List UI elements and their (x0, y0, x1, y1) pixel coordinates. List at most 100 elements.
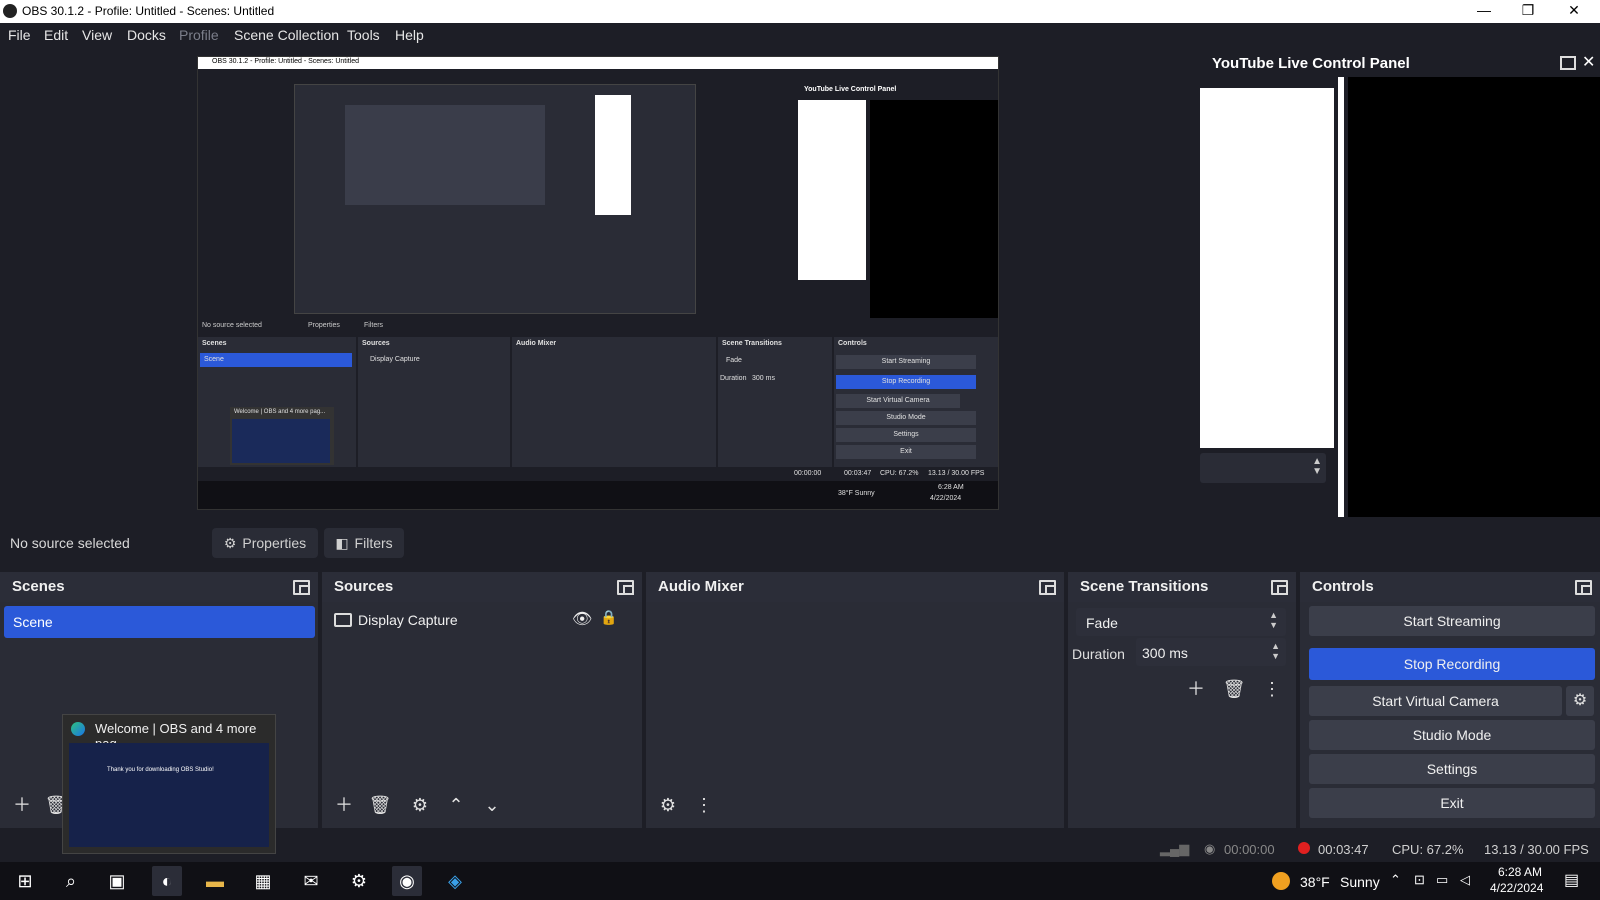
add-source-button[interactable]: ＋ (330, 792, 358, 818)
audio-mixer-title: Audio Mixer (658, 578, 744, 595)
network-icon[interactable]: ▭ (1436, 872, 1448, 888)
maximize-button[interactable]: ❐ (1508, 2, 1548, 22)
menu-scene-collection[interactable]: Scene Collection (234, 27, 339, 43)
settings-button[interactable]: Settings (1309, 754, 1595, 784)
controls-float-icon[interactable] (1575, 580, 1592, 595)
tray-chevron-icon[interactable]: ⌃ (1390, 872, 1401, 888)
edge-thumbnail-preview[interactable]: Welcome | OBS and 4 more pag... Thank yo… (62, 714, 276, 854)
transitions-title: Scene Transitions (1080, 578, 1209, 595)
installer-app-icon[interactable]: ◈ (440, 866, 470, 896)
scenes-float-icon[interactable] (293, 580, 310, 595)
nested-transitions-title: Scene Transitions (722, 340, 782, 347)
weather-temperature[interactable]: 38°F (1300, 874, 1330, 890)
menu-help[interactable]: Help (395, 27, 424, 43)
nested-filters: Filters (364, 322, 384, 329)
filters-icon: ◧ (335, 534, 349, 551)
youtube-panel-spinner[interactable]: ▲ ▼ (1200, 453, 1326, 483)
youtube-panel-title: YouTube Live Control Panel (1212, 55, 1410, 72)
clock-date[interactable]: 4/22/2024 (1490, 881, 1543, 895)
youtube-panel-webview[interactable] (1200, 88, 1334, 448)
start-streaming-button[interactable]: Start Streaming (1309, 606, 1595, 636)
nested-cpu: CPU: 67.2% (880, 470, 919, 477)
menu-view[interactable]: View (82, 27, 112, 43)
start-virtual-camera-button[interactable]: Start Virtual Camera (1309, 686, 1562, 716)
microsoft-store-icon[interactable]: ▦ (248, 866, 278, 896)
lock-icon[interactable]: 🔒 (600, 609, 617, 626)
sources-float-icon[interactable] (617, 580, 634, 595)
audio-mixer-menu-icon[interactable]: ⋮ (690, 792, 718, 818)
volume-muted-icon[interactable]: ◁ (1460, 872, 1470, 888)
audio-mixer-float-icon[interactable] (1039, 580, 1056, 595)
edge-browser-icon (71, 722, 85, 736)
start-windows-icon[interactable]: ⊞ (10, 866, 40, 896)
visibility-eye-icon[interactable]: 👁 (572, 609, 592, 629)
scene-list-item[interactable]: Scene (4, 606, 315, 638)
source-list-item[interactable]: Display Capture 👁 🔒 (326, 606, 638, 636)
clock-time[interactable]: 6:28 AM (1498, 865, 1542, 879)
window-titlebar: OBS 30.1.2 - Profile: Untitled - Scenes:… (0, 0, 1600, 23)
menu-edit[interactable]: Edit (44, 27, 68, 43)
duration-spinbox[interactable]: 300 ms ▲ ▼ (1136, 638, 1286, 666)
task-view-icon[interactable]: ▣ (102, 866, 132, 896)
youtube-panel-float-icon[interactable] (1560, 56, 1576, 70)
studio-mode-button[interactable]: Studio Mode (1309, 720, 1595, 750)
settings-gear-icon[interactable]: ⚙ (344, 866, 374, 896)
nested-inner-preview (294, 84, 696, 314)
move-source-up-icon[interactable]: ⌃ (442, 792, 470, 818)
stop-recording-button[interactable]: Stop Recording (1309, 648, 1595, 680)
menu-file[interactable]: File (8, 27, 31, 43)
scenes-dock-header: Scenes (0, 572, 318, 602)
virtual-camera-gear-icon[interactable]: ⚙ (1566, 686, 1594, 716)
controls-title: Controls (1312, 578, 1374, 595)
close-button[interactable]: ✕ (1554, 2, 1594, 22)
minimize-button[interactable]: — (1464, 2, 1504, 22)
transition-menu-icon[interactable]: ⋮ (1258, 676, 1286, 702)
nested-fade: Fade (726, 357, 742, 364)
thumbnail-page-heading: Thank you for downloading OBS Studio! (107, 767, 214, 773)
thumbnail-page-image: Thank you for downloading OBS Studio! (69, 743, 269, 847)
nested-inner-capture (345, 105, 545, 205)
transitions-float-icon[interactable] (1271, 580, 1288, 595)
obs-logo-icon (3, 4, 17, 18)
transition-selected: Fade (1086, 615, 1118, 631)
exit-button[interactable]: Exit (1309, 788, 1595, 818)
notification-center-icon[interactable]: ▤ (1564, 870, 1579, 890)
tray-app-icon[interactable]: ⊡ (1414, 872, 1425, 888)
nested-source-item: Display Capture (370, 356, 420, 363)
move-source-down-icon[interactable]: ⌄ (478, 792, 506, 818)
windows-taskbar: ⊞ ⌕ ▣ ◐ ▬ ▦ ✉ ⚙ ◉ ◈ 38°F Sunny ⌃ ⊡ ▭ ◁ 6… (0, 862, 1600, 900)
filters-button[interactable]: ◧ Filters (324, 528, 404, 558)
menu-profile[interactable]: Profile (179, 27, 219, 43)
transition-select[interactable]: Fade ▲ ▼ (1076, 608, 1286, 636)
source-properties-gear-icon[interactable]: ⚙ (406, 792, 434, 818)
nested-duration-value: 300 ms (752, 375, 775, 382)
fps-readout: 13.13 / 30.00 FPS (1484, 842, 1589, 857)
nested-studio-mode: Studio Mode (836, 411, 976, 425)
sources-dock: Sources Display Capture 👁 🔒 ＋ 🗑 ⚙ ⌃ ⌄ (322, 572, 642, 828)
weather-description[interactable]: Sunny (1340, 874, 1380, 890)
mail-icon[interactable]: ✉ (296, 866, 326, 896)
obs-taskbar-icon[interactable]: ◉ (392, 866, 422, 896)
youtube-panel-close-icon[interactable]: ✕ (1582, 52, 1595, 72)
youtube-spinner-arrows-icon[interactable]: ▲ ▼ (1312, 457, 1322, 477)
nested-thumb-image (232, 419, 330, 463)
menu-docks[interactable]: Docks (127, 27, 166, 43)
transitions-header: Scene Transitions (1068, 572, 1296, 602)
cpu-usage: CPU: 67.2% (1392, 842, 1464, 857)
duration-spin-icon[interactable]: ▲ ▼ (1271, 641, 1280, 661)
file-explorer-icon[interactable]: ▬ (200, 866, 230, 896)
window-title: OBS 30.1.2 - Profile: Untitled - Scenes:… (22, 4, 275, 18)
add-scene-button[interactable]: ＋ (8, 792, 36, 818)
weather-sun-icon[interactable] (1272, 872, 1290, 890)
remove-transition-button[interactable]: 🗑 (1220, 676, 1248, 702)
search-icon[interactable]: ⌕ (56, 866, 86, 896)
advanced-audio-gear-icon[interactable]: ⚙ (654, 792, 682, 818)
menu-tools[interactable]: Tools (347, 27, 380, 43)
nested-thumb-title: Welcome | OBS and 4 more pag... (234, 409, 326, 415)
properties-button[interactable]: ⚙ Properties (212, 528, 318, 558)
nested-time: 6:28 AM (938, 484, 964, 491)
remove-source-button[interactable]: 🗑 (366, 792, 394, 818)
edge-taskbar-icon[interactable]: ◐ (152, 866, 182, 896)
add-transition-button[interactable]: ＋ (1182, 676, 1210, 702)
filters-label: Filters (354, 535, 393, 551)
